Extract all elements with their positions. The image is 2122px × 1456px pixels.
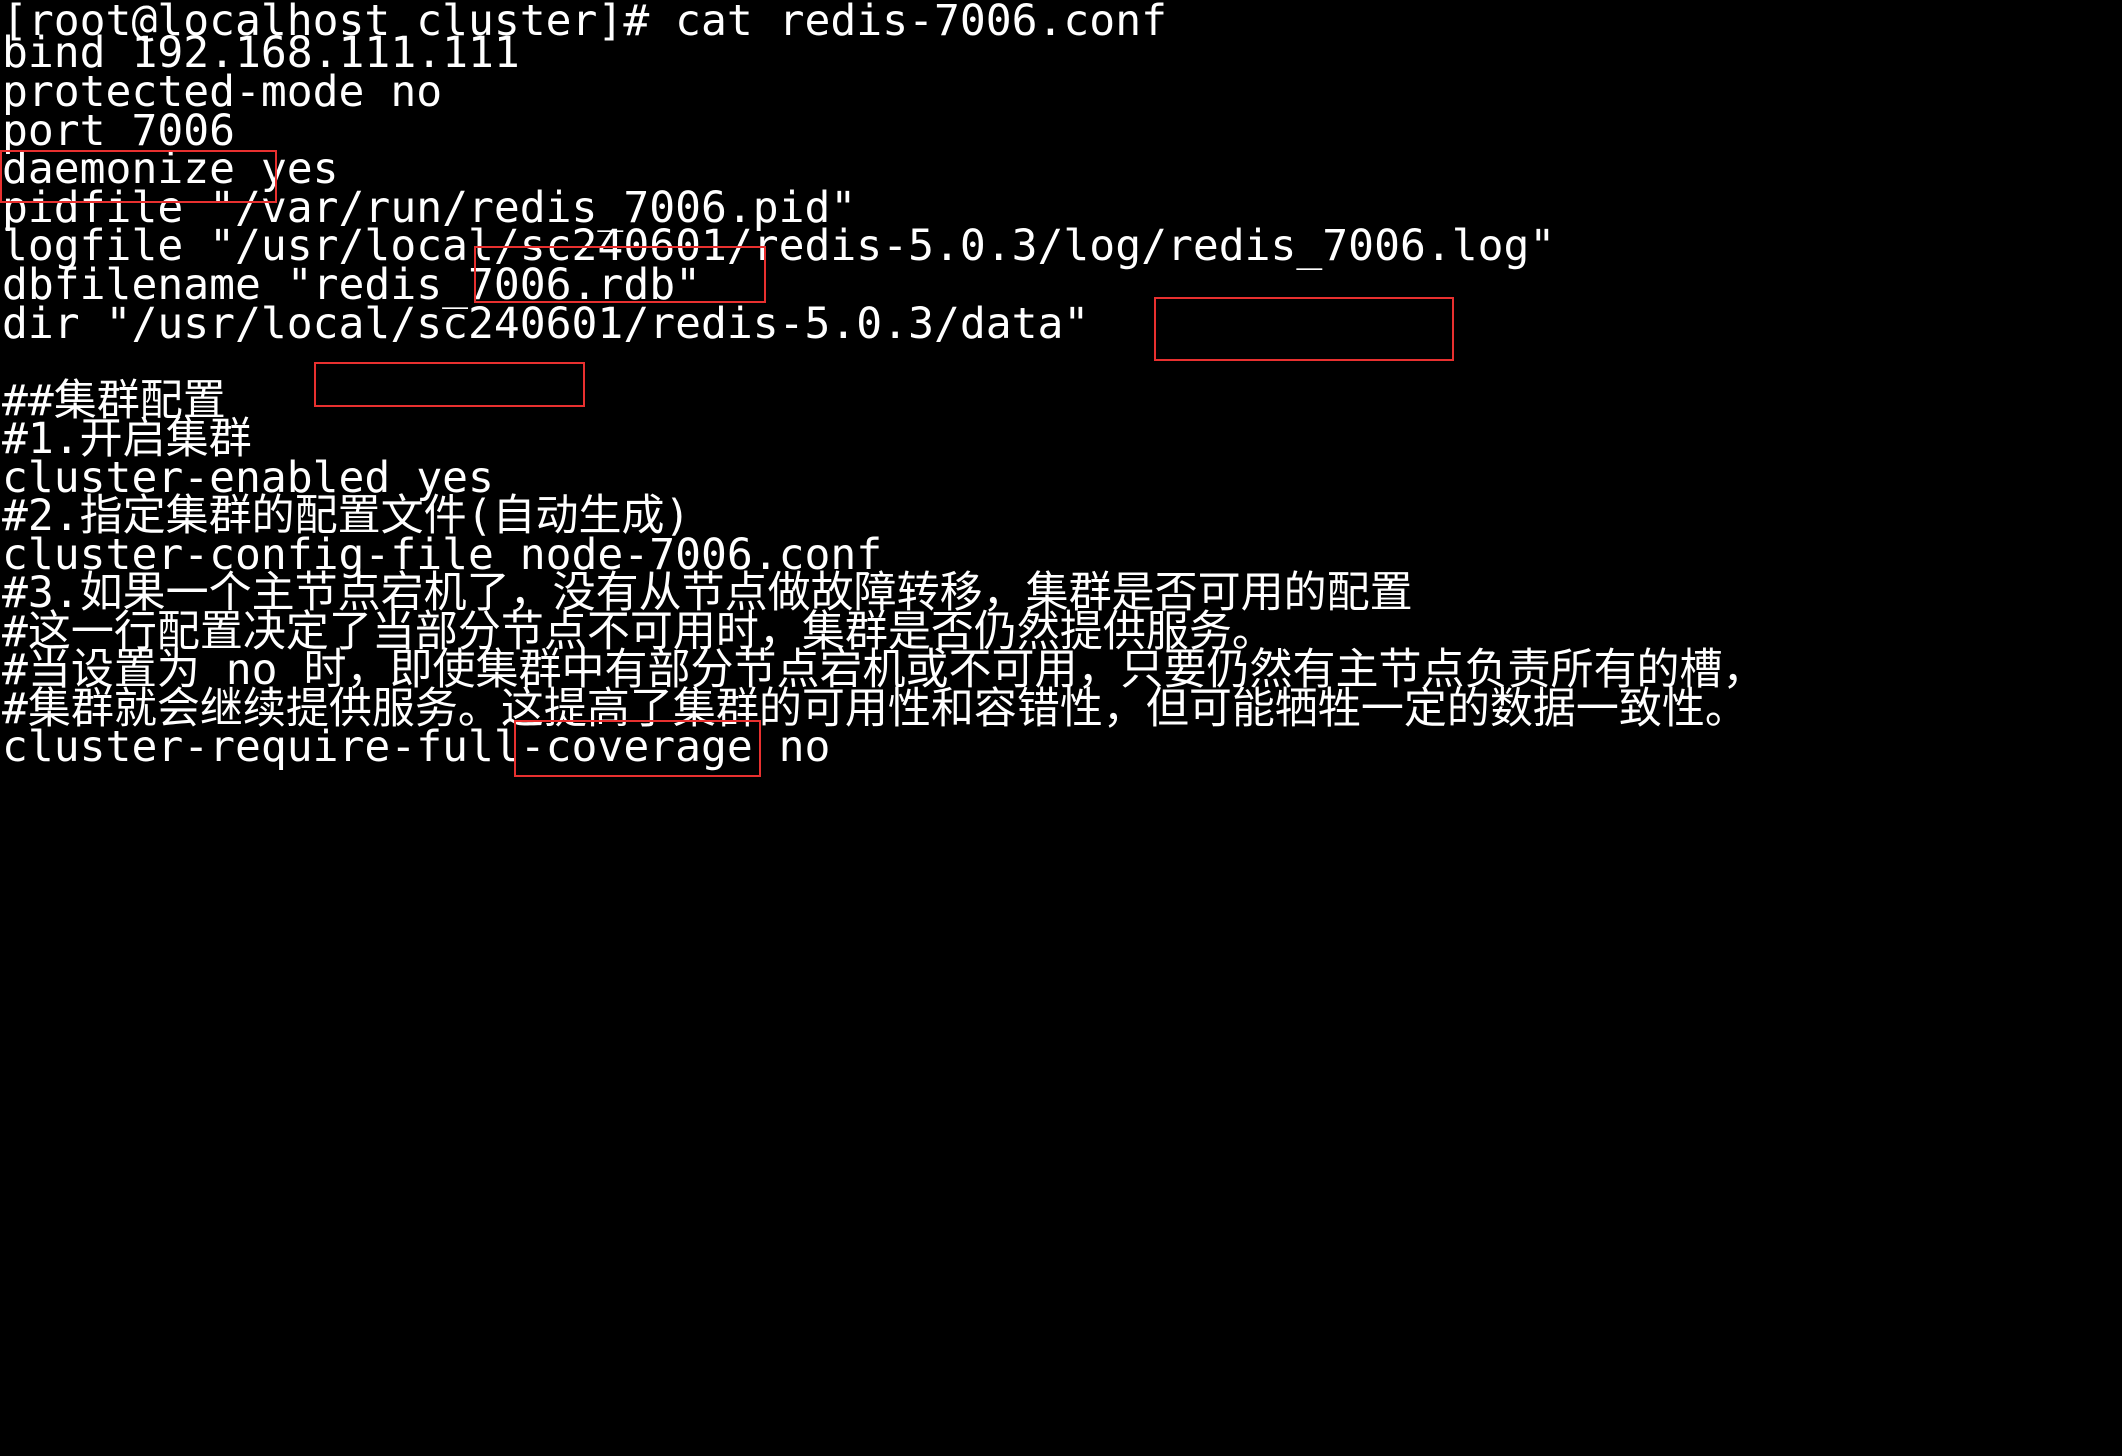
terminal-window[interactable]: [root@localhost cluster]# cat redis-7006… [0,0,2122,1051]
highlight-logfile-name [1154,297,1454,361]
terminal-line: cluster-require-full-coverage no [2,722,831,772]
terminal-line: dir "/usr/local/sc240601/redis-5.0.3/dat… [2,299,1090,349]
highlight-dbfilename [314,362,585,407]
